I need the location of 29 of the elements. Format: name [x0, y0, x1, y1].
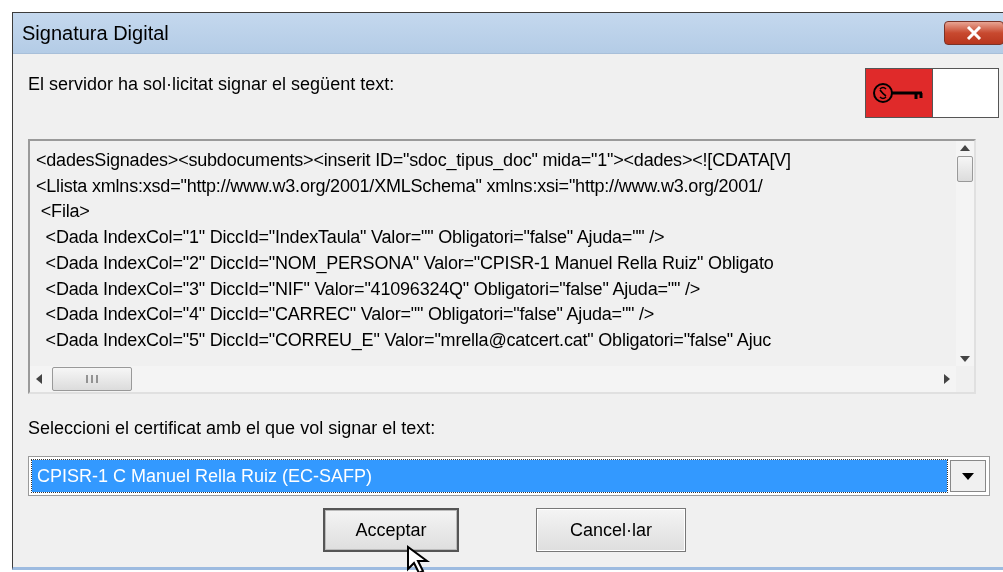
cancel-button[interactable]: Cancel·lar [536, 508, 686, 552]
down-arrow-icon [960, 356, 970, 362]
grip-icon [85, 375, 99, 383]
document-text-area[interactable] [28, 139, 976, 394]
document-line: <Dada IndexCol="5" DiccId="CORREU_E" Valor="mrella@catcert.cat" Obligatori="false" Ajuc [44, 328, 773, 353]
caret-icon [962, 472, 974, 480]
prompt-text: El servidor ha sol·licitat signar el següent text: [28, 74, 395, 95]
key-icon [872, 81, 926, 105]
left-arrow-icon [36, 374, 42, 384]
right-arrow-icon [944, 374, 950, 384]
close-button[interactable] [944, 21, 1003, 45]
certificate-label: Seleccioni el certificat amb el que vol signar el text: [28, 418, 437, 439]
document-line: <dadesSignades><subdocuments><inserit ID="sdoc_tipus_doc" mida="1"><dades><![CDATA[V] [36, 149, 792, 173]
document-line: <Fila> [39, 200, 91, 224]
document-line: <Dada IndexCol="1" DiccId="IndexTaula" Valor="" Obligatori="false" Ajuda="" /> [44, 226, 666, 250]
document-line: <Llista xmlns:xsd="http://www.w3.org/2001/XMLSchema" xmlns:xsi="http://www.w3.org/2001/ [36, 174, 764, 198]
scroll-thumb[interactable] [957, 155, 973, 182]
document-line: <Dada IndexCol="2" DiccId="NOM_PERSONA" Valor="CPISR-1 Manuel Rella Ruiz" Obligato [44, 251, 775, 276]
window-title: Signatura Digital [22, 21, 169, 45]
mouse-pointer-icon [406, 545, 432, 572]
close-icon [965, 26, 983, 40]
scroll-thumb[interactable] [52, 367, 132, 391]
vertical-scrollbar[interactable] [956, 141, 974, 366]
up-arrow-icon [960, 145, 970, 151]
document-line: <Dada IndexCol="4" DiccId="CARREC" Valor="" Obligatori="false" Ajuda="" /> [44, 303, 656, 327]
accept-button[interactable]: Acceptar [323, 508, 459, 552]
document-line: <Dada IndexCol="3" DiccId="NIF" Valor="41096324Q" Obligatori="false" Ajuda="" /> [44, 277, 702, 301]
selected-certificate: CPISR-1 C Manuel Rella Ruiz (EC-SAFP) [32, 460, 947, 492]
horizontal-scrollbar[interactable] [30, 366, 956, 392]
